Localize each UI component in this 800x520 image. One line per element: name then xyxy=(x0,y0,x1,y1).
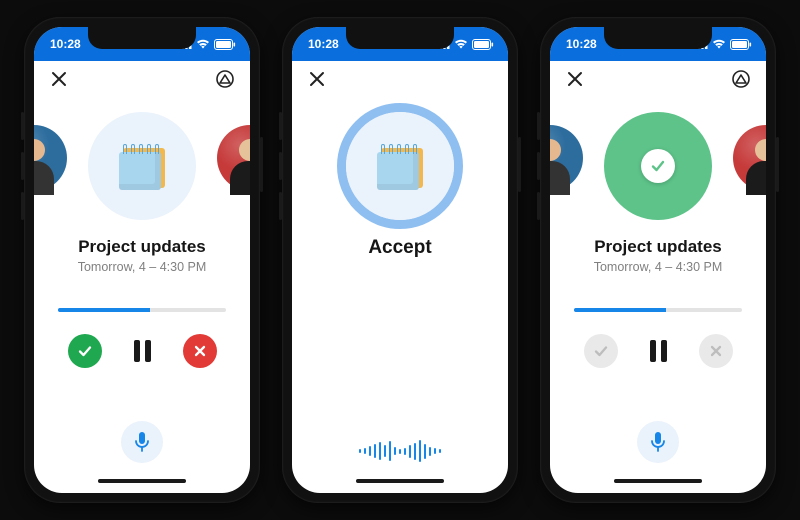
waveform-bar xyxy=(419,440,422,462)
waveform-bar xyxy=(409,445,412,458)
decline-button[interactable] xyxy=(183,334,217,368)
mic-icon xyxy=(133,431,151,453)
battery-icon xyxy=(730,39,752,50)
mic-button[interactable] xyxy=(637,421,679,463)
event-illustration xyxy=(346,112,454,220)
close-button[interactable] xyxy=(46,66,72,92)
action-row xyxy=(34,334,250,368)
waveform-bar xyxy=(384,445,387,457)
notepad-icon xyxy=(117,142,167,190)
participant-avatar-left xyxy=(550,125,583,191)
x-icon xyxy=(193,344,207,358)
home-indicator[interactable] xyxy=(292,479,508,493)
battery-icon xyxy=(472,39,494,50)
header-bar xyxy=(34,61,250,97)
home-indicator[interactable] xyxy=(34,479,250,493)
accept-button-disabled xyxy=(584,334,618,368)
close-icon xyxy=(309,71,325,87)
voice-command-label: Accept xyxy=(368,237,431,259)
screen: 10:28 xyxy=(550,27,766,493)
hero xyxy=(292,101,508,231)
phone-frame: 10:28 xyxy=(540,17,776,503)
content-area: Project updates Tomorrow, 4 – 4:30 PM xyxy=(34,97,250,479)
footer xyxy=(637,421,679,469)
pause-button[interactable] xyxy=(134,340,151,362)
pause-button[interactable] xyxy=(650,340,667,362)
participant-avatar-right xyxy=(217,125,250,191)
decline-button-disabled xyxy=(699,334,733,368)
check-icon xyxy=(649,157,667,175)
notch xyxy=(604,27,712,49)
event-time: Tomorrow, 4 – 4:30 PM xyxy=(594,260,723,274)
wifi-icon xyxy=(196,39,210,49)
waveform-bar xyxy=(369,446,372,456)
status-time: 10:28 xyxy=(308,37,339,51)
event-time: Tomorrow, 4 – 4:30 PM xyxy=(78,260,207,274)
close-button[interactable] xyxy=(562,66,588,92)
playback-progress[interactable] xyxy=(574,308,742,312)
success-indicator xyxy=(604,112,712,220)
status-time: 10:28 xyxy=(50,37,81,51)
wifi-icon xyxy=(712,39,726,49)
waveform-bar xyxy=(399,449,402,454)
waveform-bar xyxy=(429,447,432,456)
voice-waveform xyxy=(359,441,442,469)
waveform-bar xyxy=(439,449,442,453)
event-title: Project updates xyxy=(78,237,206,257)
content-area: Project updates Tomorrow, 4 – 4:30 PM xyxy=(550,97,766,479)
cast-icon xyxy=(732,70,750,88)
event-title: Project updates xyxy=(594,237,722,257)
waveform-bar xyxy=(434,448,437,454)
phone-frame: 10:28 xyxy=(24,17,260,503)
notepad-icon xyxy=(375,142,425,190)
check-badge xyxy=(641,149,675,183)
progress-fill xyxy=(58,308,150,312)
hero xyxy=(550,101,766,231)
waveform-bar xyxy=(389,441,392,461)
cast-button[interactable] xyxy=(212,66,238,92)
waveform-bar xyxy=(379,442,382,460)
event-illustration xyxy=(88,112,196,220)
waveform-bar xyxy=(374,444,377,458)
header-bar xyxy=(292,61,508,97)
waveform-bar xyxy=(394,447,397,455)
action-row xyxy=(550,334,766,368)
accept-button[interactable] xyxy=(68,334,102,368)
waveform-bar xyxy=(424,444,427,459)
close-button[interactable] xyxy=(304,66,330,92)
cast-icon xyxy=(216,70,234,88)
waveform-bar xyxy=(359,449,362,453)
mic-button[interactable] xyxy=(121,421,163,463)
playback-progress[interactable] xyxy=(58,308,226,312)
check-icon xyxy=(593,343,609,359)
phone-frame: 10:28 Accep xyxy=(282,17,518,503)
waveform-bar xyxy=(414,443,417,460)
mic-icon xyxy=(649,431,667,453)
hero xyxy=(34,101,250,231)
home-indicator[interactable] xyxy=(550,479,766,493)
battery-icon xyxy=(214,39,236,50)
x-icon xyxy=(709,344,723,358)
waveform-bar xyxy=(364,448,367,454)
screen: 10:28 Accep xyxy=(292,27,508,493)
waveform-bar xyxy=(404,448,407,455)
check-icon xyxy=(77,343,93,359)
participant-avatar-right xyxy=(733,125,766,191)
header-bar xyxy=(550,61,766,97)
cast-button[interactable] xyxy=(728,66,754,92)
close-icon xyxy=(567,71,583,87)
participant-avatar-left xyxy=(34,125,67,191)
notch xyxy=(88,27,196,49)
close-icon xyxy=(51,71,67,87)
progress-fill xyxy=(574,308,666,312)
status-time: 10:28 xyxy=(566,37,597,51)
wifi-icon xyxy=(454,39,468,49)
content-area: Accept xyxy=(292,97,508,479)
notch xyxy=(346,27,454,49)
footer xyxy=(121,421,163,469)
screen: 10:28 xyxy=(34,27,250,493)
